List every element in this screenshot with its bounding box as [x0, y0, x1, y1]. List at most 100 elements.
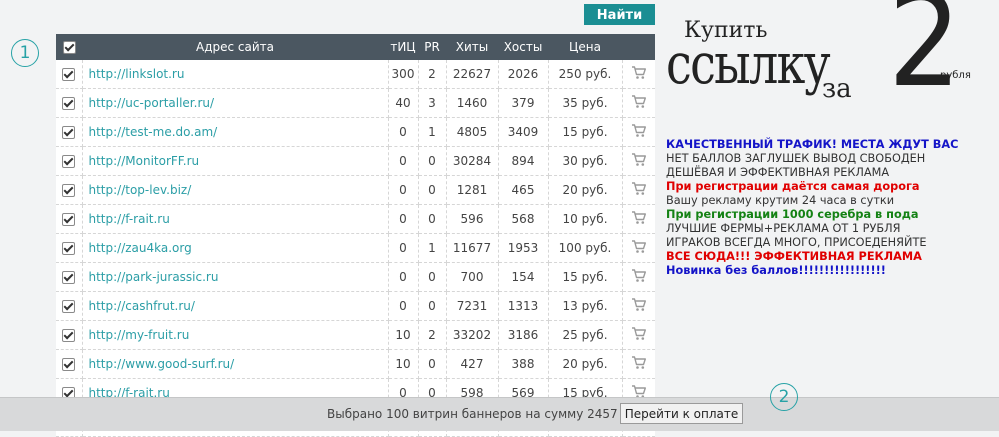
- cart-cell[interactable]: [622, 233, 655, 263]
- site-link[interactable]: http://linkslot.ru: [89, 67, 185, 81]
- cart-cell[interactable]: [622, 117, 655, 147]
- hits-cell: 7231: [446, 291, 499, 321]
- cart-cell[interactable]: [622, 320, 655, 350]
- site-link[interactable]: http://park-jurassic.ru: [89, 270, 219, 284]
- row-checkbox[interactable]: [62, 213, 76, 226]
- pr-cell: 0: [418, 175, 447, 205]
- ad-line[interactable]: При регистрации 1000 серебра в пода: [666, 208, 996, 222]
- hits-cell: 1281: [446, 175, 499, 205]
- cart-cell[interactable]: [622, 146, 655, 176]
- ad-line[interactable]: ДЕШЁВАЯ И ЭФФЕКТИВНАЯ РЕКЛАМА: [666, 166, 996, 180]
- ads-block: КАЧЕСТВЕННЫЙ ТРАФИК! МЕСТА ЖДУТ ВАС НЕТ Б…: [666, 138, 996, 278]
- cart-icon[interactable]: [631, 152, 647, 170]
- site-link[interactable]: http://www.good-surf.ru/: [89, 357, 235, 371]
- price-cell: 250 руб.: [548, 60, 623, 89]
- marker-one: 1: [11, 39, 39, 67]
- site-link[interactable]: http://cashfrut.ru/: [89, 299, 195, 313]
- cart-icon[interactable]: [631, 181, 647, 199]
- row-checkbox[interactable]: [62, 97, 76, 110]
- row-select-cell[interactable]: [56, 349, 83, 379]
- ad-line[interactable]: ВСЕ СЮДА!!! ЭФФЕКТИВНАЯ РЕКЛАМА: [666, 250, 996, 264]
- ad-line[interactable]: ЛУЧШИЕ ФЕРМЫ+РЕКЛАМА ОТ 1 РУБЛЯ: [666, 222, 996, 236]
- site-link[interactable]: http://f-rait.ru: [89, 212, 170, 226]
- site-link[interactable]: http://zau4ka.org: [89, 241, 192, 255]
- url-cell: http://uc-portaller.ru/: [82, 88, 389, 118]
- cart-cell[interactable]: [622, 88, 655, 118]
- row-select-cell[interactable]: [56, 60, 83, 89]
- row-checkbox[interactable]: [62, 184, 76, 197]
- cart-cell[interactable]: [622, 204, 655, 234]
- pr-cell: 2: [418, 320, 447, 350]
- cart-icon[interactable]: [631, 94, 647, 112]
- row-select-cell[interactable]: [56, 88, 83, 118]
- ad-line[interactable]: ИГРАКОВ ВСЕГДА МНОГО, ПРИСОЕДЕНЯЙТЕ: [666, 236, 996, 250]
- ad-line[interactable]: При регистрации даётся самая дорога: [666, 180, 996, 194]
- cart-cell[interactable]: [622, 291, 655, 321]
- row-select-cell[interactable]: [56, 262, 83, 292]
- hits-cell: 22627: [446, 60, 499, 89]
- col-header-pr: PR: [418, 34, 446, 60]
- table-row: http://zau4ka.org 0 1 11677 1953 100 руб.: [56, 233, 655, 263]
- cart-cell[interactable]: [622, 349, 655, 379]
- row-checkbox[interactable]: [62, 300, 76, 313]
- row-checkbox[interactable]: [62, 271, 76, 284]
- site-link[interactable]: http://test-me.do.am/: [89, 125, 218, 139]
- price-cell: 10 руб.: [548, 204, 623, 234]
- hosts-cell: 3186: [498, 320, 549, 350]
- cart-icon[interactable]: [631, 326, 647, 344]
- price-cell: 15 руб.: [548, 262, 623, 292]
- ad-line[interactable]: Вашу рекламу крутим 24 часа в сутки: [666, 194, 996, 208]
- cart-icon[interactable]: [631, 268, 647, 286]
- site-link[interactable]: http://my-fruit.ru: [89, 328, 190, 342]
- row-select-cell[interactable]: [56, 291, 83, 321]
- col-header-tic: тИЦ: [388, 34, 418, 60]
- pay-button[interactable]: Перейти к оплате: [620, 403, 743, 424]
- tic-cell: 0: [388, 291, 419, 321]
- col-header-price: Цена: [548, 34, 622, 60]
- site-link[interactable]: http://uc-portaller.ru/: [89, 96, 215, 110]
- row-select-cell[interactable]: [56, 117, 83, 147]
- pr-cell: 0: [418, 349, 447, 379]
- row-checkbox[interactable]: [62, 126, 76, 139]
- select-all-checkbox[interactable]: [62, 41, 76, 54]
- ad-line[interactable]: Новинка без баллов!!!!!!!!!!!!!!!!!: [666, 264, 996, 278]
- tic-cell: 0: [388, 262, 419, 292]
- row-select-cell[interactable]: [56, 175, 83, 205]
- logo-za-text: за: [822, 74, 852, 104]
- cart-icon[interactable]: [631, 239, 647, 257]
- cart-cell[interactable]: [622, 262, 655, 292]
- row-checkbox[interactable]: [62, 329, 76, 342]
- row-select-cell[interactable]: [56, 320, 83, 350]
- price-cell: 20 руб.: [548, 175, 623, 205]
- row-select-cell[interactable]: [56, 233, 83, 263]
- cart-icon[interactable]: [631, 210, 647, 228]
- site-link[interactable]: http://MonitorFF.ru: [89, 154, 200, 168]
- table-header: Адрес сайта тИЦ PR Хиты Хосты Цена: [56, 34, 655, 60]
- pr-cell: 1: [418, 117, 447, 147]
- row-select-cell[interactable]: [56, 146, 83, 176]
- cart-icon[interactable]: [631, 65, 647, 83]
- table-row: http://linkslot.ru 300 2 22627 2026 250 руб.: [56, 60, 655, 89]
- footer-bar: Выбрано 100 витрин баннеров на сумму 245…: [0, 397, 999, 431]
- cart-icon[interactable]: [631, 123, 647, 141]
- row-select-cell[interactable]: [56, 204, 83, 234]
- order-summary: Выбрано 100 витрин баннеров на сумму 245…: [327, 407, 648, 421]
- pr-cell: 1: [418, 233, 447, 263]
- ad-line[interactable]: КАЧЕСТВЕННЫЙ ТРАФИК! МЕСТА ЖДУТ ВАС: [666, 138, 996, 152]
- cart-cell[interactable]: [622, 175, 655, 205]
- row-checkbox[interactable]: [62, 242, 76, 255]
- hosts-cell: 568: [498, 204, 549, 234]
- ad-line[interactable]: НЕТ БАЛЛОВ ЗАГЛУШЕК ВЫВОД СВОБОДЕН: [666, 152, 996, 166]
- cart-icon[interactable]: [631, 355, 647, 373]
- search-button[interactable]: Найти: [584, 4, 655, 25]
- select-all-cell[interactable]: [56, 34, 82, 60]
- url-cell: http://zau4ka.org: [82, 233, 389, 263]
- hits-cell: 1460: [446, 88, 499, 118]
- row-checkbox[interactable]: [62, 358, 76, 371]
- cart-cell[interactable]: [622, 60, 655, 89]
- site-link[interactable]: http://top-lev.biz/: [89, 183, 192, 197]
- row-checkbox[interactable]: [62, 68, 76, 81]
- row-checkbox[interactable]: [62, 155, 76, 168]
- tic-cell: 0: [388, 204, 419, 234]
- cart-icon[interactable]: [631, 297, 647, 315]
